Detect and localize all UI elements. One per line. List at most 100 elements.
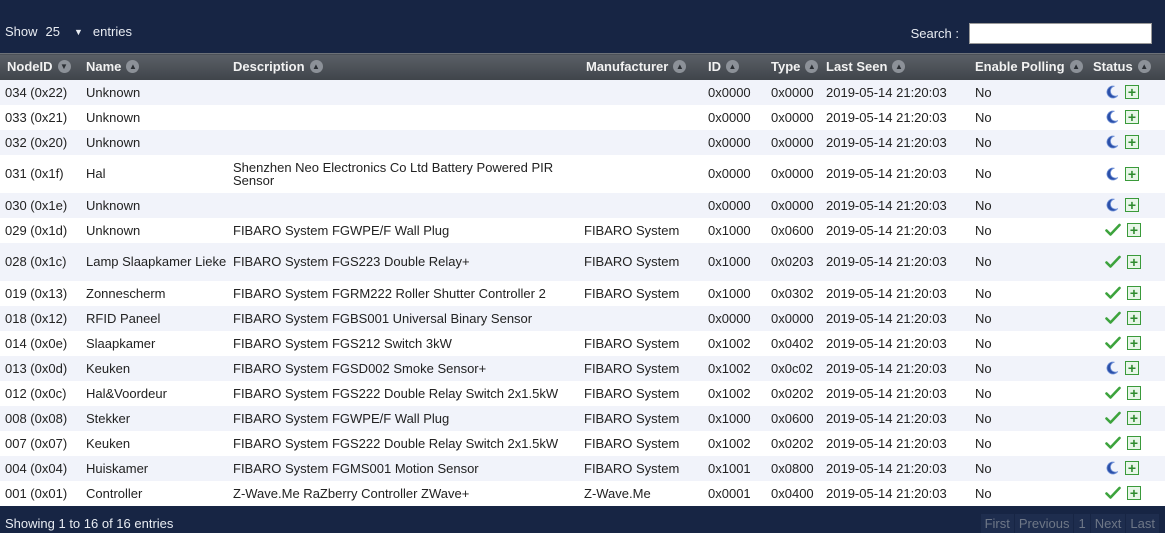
polling-cell: No: [968, 480, 1091, 506]
status-cell: +: [1091, 79, 1165, 105]
description-cell: [228, 104, 579, 130]
column-header-last-seen[interactable]: Last Seen ▲: [820, 53, 968, 80]
column-header-id[interactable]: ID ▲: [694, 53, 757, 80]
moon-icon: [1105, 135, 1119, 149]
status-cell: +: [1091, 242, 1165, 281]
plus-icon[interactable]: +: [1127, 286, 1141, 300]
manufacturer-cell: FIBARO System: [579, 217, 694, 243]
description-cell: FIBARO System FGMS001 Motion Sensor: [228, 455, 579, 481]
id-cell: 0x1002: [694, 430, 757, 456]
plus-icon[interactable]: +: [1125, 85, 1139, 99]
table-row[interactable]: 008 (0x08) Stekker FIBARO System FGWPE/F W…: [0, 405, 1165, 431]
plus-icon[interactable]: +: [1125, 461, 1139, 475]
manufacturer-cell: [579, 192, 694, 218]
manufacturer-cell: FIBARO System: [579, 330, 694, 356]
status-cell: +: [1091, 129, 1165, 155]
plus-icon[interactable]: +: [1127, 311, 1141, 325]
sort-icon: ▲: [805, 60, 819, 74]
pager-page-1[interactable]: 1: [1074, 514, 1090, 533]
id-cell: 0x1002: [694, 355, 757, 381]
description-cell: FIBARO System FGSD002 Smoke Sensor+: [228, 355, 579, 381]
last-seen-cell: 2019-05-14 21:20:03: [820, 430, 968, 456]
last-seen-cell: 2019-05-14 21:20:03: [820, 480, 968, 506]
plus-icon[interactable]: +: [1127, 223, 1141, 237]
column-header-nodeid[interactable]: NodeID ▼: [0, 53, 81, 80]
plus-icon[interactable]: +: [1127, 386, 1141, 400]
table-row[interactable]: 004 (0x04) Huiskamer FIBARO System FGMS001…: [0, 455, 1165, 481]
column-header-status[interactable]: Status ▲: [1091, 53, 1165, 80]
pager-first[interactable]: First: [980, 514, 1014, 533]
last-seen-cell: 2019-05-14 21:20:03: [820, 305, 968, 331]
table-row[interactable]: 031 (0x1f) Hal Shenzhen Neo Electronics Co…: [0, 154, 1165, 193]
column-header-description[interactable]: Description ▲: [228, 53, 579, 80]
status-cell: +: [1091, 455, 1165, 481]
plus-icon[interactable]: +: [1127, 486, 1141, 500]
table-row[interactable]: 032 (0x20) Unknown 0x0000 0x0000 2019-05-14 …: [0, 129, 1165, 155]
search-input[interactable]: [969, 23, 1152, 44]
table-row[interactable]: 019 (0x13) Zonnescherm FIBARO System FGRM2…: [0, 280, 1165, 306]
table-row[interactable]: 012 (0x0c) Hal&Voordeur FIBARO System FGS2…: [0, 380, 1165, 406]
last-seen-cell: 2019-05-14 21:20:03: [820, 405, 968, 431]
status-cell: +: [1091, 480, 1165, 506]
plus-icon[interactable]: +: [1125, 198, 1139, 212]
type-cell: 0x0800: [757, 455, 820, 481]
plus-icon[interactable]: +: [1125, 361, 1139, 375]
column-header-enable-polling[interactable]: Enable Polling ▲: [968, 53, 1091, 80]
pager-previous[interactable]: Previous: [1014, 514, 1074, 533]
table-row[interactable]: 014 (0x0e) Slaapkamer FIBARO System FGS212…: [0, 330, 1165, 356]
table-row[interactable]: 033 (0x21) Unknown 0x0000 0x0000 2019-05-14 …: [0, 104, 1165, 130]
table-body: 034 (0x22) Unknown 0x0000 0x0000 2019-05-14 …: [0, 79, 1165, 506]
name-cell: RFID Paneel: [81, 305, 228, 331]
polling-cell: No: [968, 154, 1091, 193]
last-seen-cell: 2019-05-14 21:20:03: [820, 355, 968, 381]
pagination: First Previous 1 Next Last: [980, 514, 1159, 533]
plus-icon[interactable]: +: [1127, 254, 1141, 269]
column-header-type[interactable]: Type ▲: [757, 53, 820, 80]
pager-next[interactable]: Next: [1090, 514, 1126, 533]
plus-icon[interactable]: +: [1127, 436, 1141, 450]
id-cell: 0x1000: [694, 217, 757, 243]
check-icon: [1105, 255, 1121, 269]
table-row[interactable]: 034 (0x22) Unknown 0x0000 0x0000 2019-05-14 …: [0, 79, 1165, 105]
plus-icon[interactable]: +: [1127, 336, 1141, 350]
sort-icon: ▲: [126, 60, 140, 74]
type-cell: 0x0000: [757, 305, 820, 331]
id-cell: 0x0000: [694, 79, 757, 105]
sort-icon: ▲: [1137, 60, 1151, 74]
table-row[interactable]: 028 (0x1c) Lamp Slaapkamer Lieke FIBARO Sy…: [0, 242, 1165, 281]
manufacturer-cell: [579, 79, 694, 105]
plus-icon[interactable]: +: [1125, 110, 1139, 124]
pager-last[interactable]: Last: [1126, 514, 1159, 533]
node-id-cell: 004 (0x04): [0, 455, 81, 481]
polling-cell: No: [968, 280, 1091, 306]
manufacturer-cell: FIBARO System: [579, 430, 694, 456]
table-row[interactable]: 007 (0x07) Keuken FIBARO System FGS222 Dou…: [0, 430, 1165, 456]
id-cell: 0x1000: [694, 405, 757, 431]
table-row[interactable]: 018 (0x12) RFID Paneel FIBARO System FGBS0…: [0, 305, 1165, 331]
table-row[interactable]: 030 (0x1e) Unknown 0x0000 0x0000 2019-05-14 …: [0, 192, 1165, 218]
table-row[interactable]: 013 (0x0d) Keuken FIBARO System FGSD002 Sm…: [0, 355, 1165, 381]
show-label: Show: [5, 24, 38, 39]
sort-icon: ▲: [309, 60, 323, 74]
column-header-name[interactable]: Name ▲: [81, 53, 228, 80]
plus-icon[interactable]: +: [1127, 411, 1141, 425]
status-cell: +: [1091, 330, 1165, 356]
manufacturer-cell: [579, 129, 694, 155]
plus-icon[interactable]: +: [1125, 135, 1139, 149]
sort-icon: ▲: [726, 60, 739, 74]
plus-icon[interactable]: +: [1125, 166, 1139, 181]
node-id-cell: 013 (0x0d): [0, 355, 81, 381]
moon-icon: [1105, 85, 1119, 99]
type-cell: 0x0302: [757, 280, 820, 306]
table-row[interactable]: 029 (0x1d) Unknown FIBARO System FGWPE/F W…: [0, 217, 1165, 243]
id-cell: 0x0000: [694, 129, 757, 155]
check-icon: [1105, 486, 1121, 500]
table-info: Showing 1 to 16 of 16 entries: [5, 516, 174, 531]
page-size-select[interactable]: 25 ▼: [46, 24, 83, 39]
last-seen-cell: 2019-05-14 21:20:03: [820, 242, 968, 281]
last-seen-cell: 2019-05-14 21:20:03: [820, 192, 968, 218]
table-row[interactable]: 001 (0x01) Controller Z-Wave.Me RaZberry C…: [0, 480, 1165, 506]
node-id-cell: 019 (0x13): [0, 280, 81, 306]
node-id-cell: 008 (0x08): [0, 405, 81, 431]
column-header-manufacturer[interactable]: Manufacturer ▲: [579, 53, 694, 80]
